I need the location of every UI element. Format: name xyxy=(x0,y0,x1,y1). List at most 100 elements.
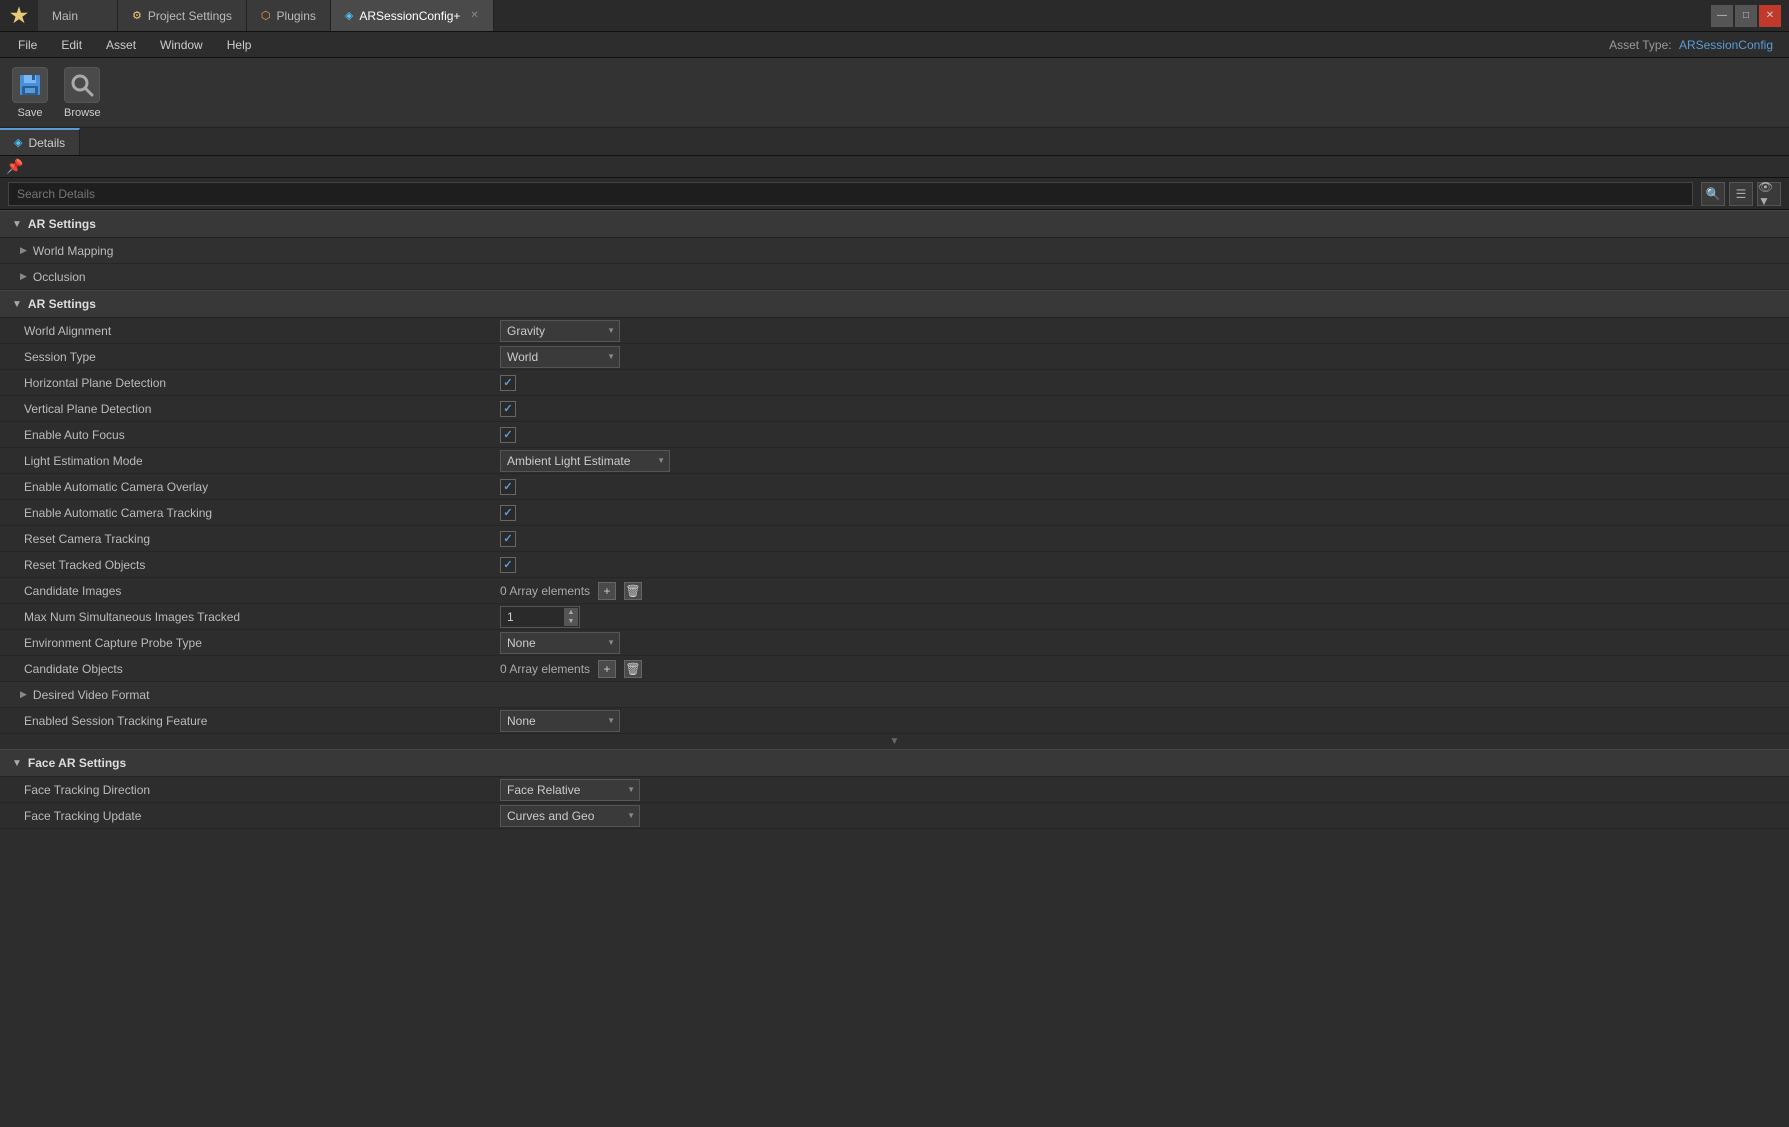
tab-bar: Main ⚙ Project Settings ⬡ Plugins ◈ ARSe… xyxy=(38,0,1711,31)
world-mapping-arrow: ▶ xyxy=(20,245,27,256)
reset-tracked-checkbox[interactable] xyxy=(500,557,516,573)
filter-button[interactable]: 👁▼ xyxy=(1757,182,1781,206)
ar-settings-header-1[interactable]: ▼ AR Settings xyxy=(0,210,1789,238)
details-tab-icon: ◈ xyxy=(14,136,22,149)
details-tab-label: Details xyxy=(28,136,65,150)
tab-project-settings[interactable]: ⚙ Project Settings xyxy=(118,0,247,31)
face-ar-settings-header[interactable]: ▼ Face AR Settings xyxy=(0,749,1789,777)
candidate-objects-label: Candidate Objects xyxy=(20,662,500,676)
search-input[interactable] xyxy=(8,182,1693,206)
candidate-objects-value: 0 Array elements + 🗑 xyxy=(500,660,1789,678)
horizontal-plane-value xyxy=(500,375,1789,391)
asset-type-value-text: ARSessionConfig xyxy=(1679,38,1773,52)
camera-tracking-row: Enable Automatic Camera Tracking xyxy=(0,500,1789,526)
vertical-plane-label: Vertical Plane Detection xyxy=(20,402,500,416)
desired-video-row[interactable]: ▶ Desired Video Format xyxy=(0,682,1789,708)
reset-tracked-label: Reset Tracked Objects xyxy=(20,558,500,572)
tab-close-icon[interactable]: ✕ xyxy=(470,10,478,21)
world-mapping-label: World Mapping xyxy=(33,244,113,258)
occlusion-row[interactable]: ▶ Occlusion xyxy=(0,264,1789,290)
candidate-images-remove-button[interactable]: 🗑 xyxy=(624,582,642,600)
face-tracking-direction-select[interactable]: Face Relative World Relative xyxy=(500,779,640,801)
tab-arsessionconfig[interactable]: ◈ ARSessionConfig+ ✕ xyxy=(331,0,494,31)
light-estimation-value: None Ambient Light Estimate DirectionalL… xyxy=(500,450,1789,472)
env-capture-value: None Automatic Manual xyxy=(500,632,1789,654)
ar-settings-header-2[interactable]: ▼ AR Settings xyxy=(0,290,1789,318)
camera-tracking-label: Enable Automatic Camera Tracking xyxy=(20,506,500,520)
close-button[interactable]: ✕ xyxy=(1759,5,1781,27)
session-type-row: Session Type World Face Body Geo xyxy=(0,344,1789,370)
candidate-images-row: Candidate Images 0 Array elements + 🗑 xyxy=(0,578,1789,604)
search-icons: 🔍 ☰ 👁▼ xyxy=(1701,182,1781,206)
horizontal-plane-checkbox[interactable] xyxy=(500,375,516,391)
camera-overlay-label: Enable Automatic Camera Overlay xyxy=(20,480,500,494)
candidate-images-label: Candidate Images xyxy=(20,584,500,598)
session-type-select-wrapper: World Face Body Geo xyxy=(500,346,620,368)
camera-overlay-checkbox[interactable] xyxy=(500,479,516,495)
menu-bar: File Edit Asset Window Help Asset Type: … xyxy=(0,32,1789,58)
details-tab[interactable]: ◈ Details xyxy=(0,128,80,155)
auto-focus-checkbox[interactable] xyxy=(500,427,516,443)
maximize-button[interactable]: □ xyxy=(1735,5,1757,27)
candidate-images-value: 0 Array elements + 🗑 xyxy=(500,582,1789,600)
face-tracking-direction-label: Face Tracking Direction xyxy=(20,783,500,797)
face-tracking-update-select-wrapper: Curves and Geo Curves Only Geo Only xyxy=(500,805,640,827)
desired-video-label: Desired Video Format xyxy=(33,688,150,702)
env-capture-label: Environment Capture Probe Type xyxy=(20,636,500,650)
main-content: ▼ AR Settings ▶ World Mapping ▶ Occlusio… xyxy=(0,210,1789,1127)
minimize-button[interactable]: — xyxy=(1711,5,1733,27)
world-mapping-row[interactable]: ▶ World Mapping xyxy=(0,238,1789,264)
candidate-objects-remove-button[interactable]: 🗑 xyxy=(624,660,642,678)
max-num-images-value: ▲ ▼ xyxy=(500,606,1789,628)
save-button[interactable]: Save xyxy=(12,67,48,119)
menu-window[interactable]: Window xyxy=(150,36,213,54)
world-alignment-select-wrapper: Gravity GravityAndHeading Camera xyxy=(500,320,620,342)
scroll-indicator: ▼ xyxy=(0,734,1789,749)
face-tracking-update-label: Face Tracking Update xyxy=(20,809,500,823)
max-num-images-input-wrapper: ▲ ▼ xyxy=(500,606,580,628)
view-mode-button[interactable]: ☰ xyxy=(1729,182,1753,206)
browse-label: Browse xyxy=(64,107,101,119)
reset-camera-checkbox[interactable] xyxy=(500,531,516,547)
browse-button[interactable]: Browse xyxy=(64,67,101,119)
candidate-objects-count: 0 Array elements xyxy=(500,662,590,676)
candidate-objects-array: 0 Array elements + 🗑 xyxy=(500,660,642,678)
session-type-label: Session Type xyxy=(20,350,500,364)
panel-pin-row: 📌 xyxy=(0,156,1789,178)
menu-edit[interactable]: Edit xyxy=(51,36,92,54)
session-tracking-row: Enabled Session Tracking Feature None Po… xyxy=(0,708,1789,734)
face-ar-title: Face AR Settings xyxy=(28,756,126,770)
num-spin-down[interactable]: ▼ xyxy=(564,617,578,626)
tab-main[interactable]: Main xyxy=(38,0,118,31)
candidate-objects-add-button[interactable]: + xyxy=(598,660,616,678)
light-estimation-row: Light Estimation Mode None Ambient Light… xyxy=(0,448,1789,474)
world-alignment-select[interactable]: Gravity GravityAndHeading Camera xyxy=(500,320,620,342)
num-spin: ▲ ▼ xyxy=(564,608,578,626)
session-type-select[interactable]: World Face Body Geo xyxy=(500,346,620,368)
vertical-plane-checkbox[interactable] xyxy=(500,401,516,417)
face-tracking-update-select[interactable]: Curves and Geo Curves Only Geo Only xyxy=(500,805,640,827)
light-estimation-select[interactable]: None Ambient Light Estimate DirectionalL… xyxy=(500,450,670,472)
num-spin-up[interactable]: ▲ xyxy=(564,608,578,617)
menu-file[interactable]: File xyxy=(8,36,47,54)
save-icon xyxy=(12,67,48,103)
session-tracking-select[interactable]: None PoseDetection SceneDepth xyxy=(500,710,620,732)
tab-plugins-label: Plugins xyxy=(277,9,316,23)
world-alignment-row: World Alignment Gravity GravityAndHeadin… xyxy=(0,318,1789,344)
world-alignment-value: Gravity GravityAndHeading Camera xyxy=(500,320,1789,342)
camera-tracking-checkbox[interactable] xyxy=(500,505,516,521)
menu-help[interactable]: Help xyxy=(217,36,262,54)
ar-settings-arrow-2: ▼ xyxy=(12,299,22,310)
light-estimation-select-wrapper: None Ambient Light Estimate DirectionalL… xyxy=(500,450,670,472)
tab-plugins[interactable]: ⬡ Plugins xyxy=(247,0,331,31)
ar-settings-title-2: AR Settings xyxy=(28,297,96,311)
menu-asset[interactable]: Asset xyxy=(96,36,146,54)
horizontal-plane-label: Horizontal Plane Detection xyxy=(20,376,500,390)
reset-camera-label: Reset Camera Tracking xyxy=(20,532,500,546)
search-magnifier-button[interactable]: 🔍 xyxy=(1701,182,1725,206)
reset-camera-row: Reset Camera Tracking xyxy=(0,526,1789,552)
tab-plugins-icon: ⬡ xyxy=(261,9,271,22)
candidate-images-add-button[interactable]: + xyxy=(598,582,616,600)
desired-video-arrow: ▶ xyxy=(20,689,27,700)
env-capture-select[interactable]: None Automatic Manual xyxy=(500,632,620,654)
